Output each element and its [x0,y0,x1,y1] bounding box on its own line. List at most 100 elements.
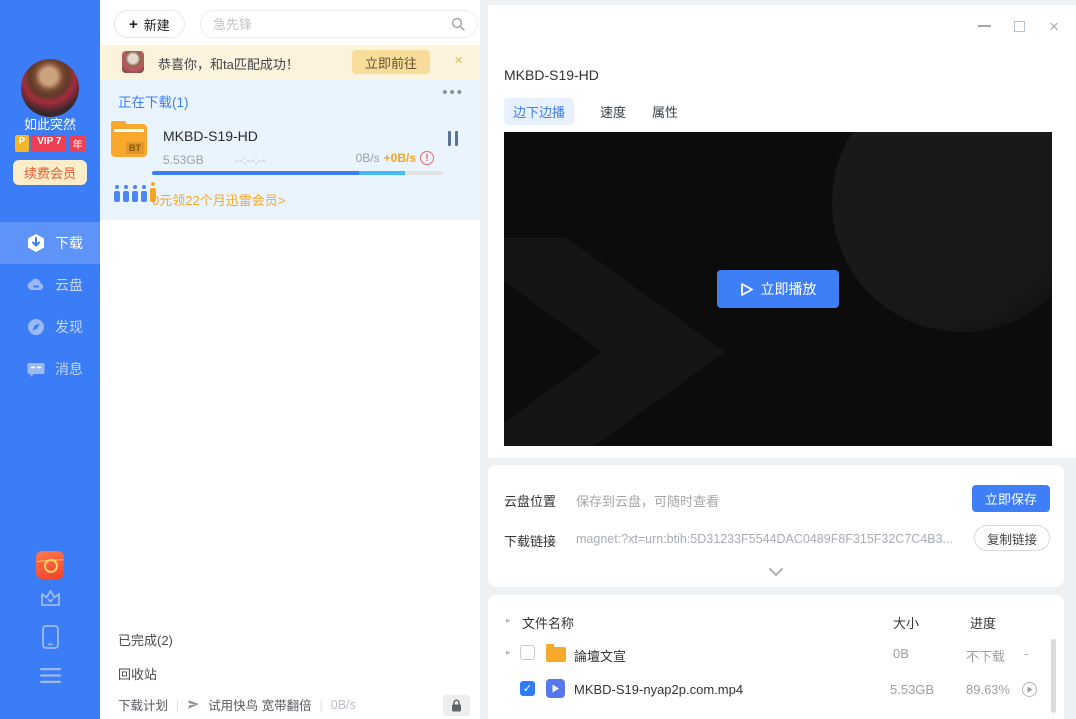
detail-tabs: 边下边播 速度 属性 [504,98,678,125]
downloading-section: 正在下载(1) ••• BT MKBD-S19-HD 5.53GB --:--:… [100,80,480,220]
sidebar-nav: 下载 云盘 发现 [0,222,100,390]
cloud-location-hint: 保存到云盘，可随时查看 [576,491,719,510]
sidebar-item-label: 消息 [55,359,83,379]
menu-icon [39,667,62,684]
search-input[interactable] [213,17,451,32]
completed-section[interactable]: 已完成(2) [118,630,173,649]
sidebar-item-cloud[interactable]: 云盘 [0,264,100,306]
footer-speed: 0B/s [331,698,356,712]
window-controls: × [976,18,1062,34]
file-row-size: 0B [893,646,909,661]
col-header-name: 文件名称 [522,613,574,632]
file-list-card: ▸ 文件名称 大小 进度 ▸ 論壇文宣 0B 不下载 - ✓ MKBD-S19-… [488,595,1064,719]
col-header-size: 大小 [893,613,919,632]
expand-row-icon[interactable]: ▸ [506,647,511,658]
sidebar: 如此突然 P VIP 7 年 续费会员 下载 云盘 [0,0,100,719]
expand-details-control[interactable] [769,563,783,581]
cloud-icon [26,275,46,295]
file-row-progress: 89.63% [966,682,1010,697]
vip-privileges-button[interactable] [0,587,100,609]
search-box[interactable] [200,10,478,38]
download-plan-link[interactable]: 下载计划 [118,695,168,714]
cloud-location-label: 云盘位置 [504,491,556,510]
sidebar-item-messages[interactable]: 消息 [0,348,100,390]
download-list-panel: + 新建 恭喜你，和ta匹配成功！ 立即前往 × 正在下载(1) ••• BT [100,0,480,719]
lock-button[interactable] [443,695,470,716]
vip-level-badge: VIP 7 [32,135,66,152]
close-icon[interactable]: × [1046,18,1062,34]
col-header-progress: 进度 [970,613,996,632]
list-footer: 下载计划 | 试用快鸟 宽带翻倍 | 0B/s [100,690,480,719]
video-checkbox[interactable]: ✓ [520,681,535,696]
notification-text: 恭喜你，和ta匹配成功！ [158,54,299,73]
crown-icon [39,587,62,609]
recycle-bin[interactable]: 回收站 [118,664,157,683]
list-topbar: + 新建 [100,5,480,45]
task-detail-panel: × MKBD-S19-HD 边下边播 速度 属性 立即播放 [480,0,1076,719]
year-badge: 年 [69,135,85,152]
vip-badges: P VIP 7 年 [0,135,100,152]
more-options-icon[interactable]: ••• [442,84,464,101]
sidebar-item-label: 发现 [55,317,83,337]
file-row-size: 5.53GB [890,682,934,697]
match-avatar [122,51,144,73]
go-now-button[interactable]: 立即前往 [352,50,430,74]
magnet-link-value[interactable]: magnet:?xt=urn:btih:5D31233F5544DAC0489F… [576,532,958,546]
close-icon[interactable]: × [454,53,463,68]
mobile-app-button[interactable] [0,624,100,650]
detail-title: MKBD-S19-HD [504,67,599,83]
folder-icon [546,647,566,662]
task-progress-bar [152,171,443,175]
file-row-extra: - [1024,646,1028,661]
vip-promo-link[interactable]: 0元领22个月迅雷会员> [152,190,285,209]
task-speeds: 0B/s +0B/s ! [356,151,434,165]
username: 如此突然 [0,114,100,133]
download-link-label: 下载链接 [504,531,556,550]
decorative-circle [832,132,1052,332]
file-row-name[interactable]: MKBD-S19-nyap2p.com.mp4 [574,682,743,697]
task-size: 5.53GB [163,153,204,167]
circle-play-icon[interactable] [1022,682,1037,697]
file-row-name[interactable]: 論壇文宣 [574,646,626,665]
sidebar-item-download[interactable]: 下载 [0,222,100,264]
bt-badge: BT [126,142,144,154]
avatar[interactable] [21,59,79,117]
red-packet-button[interactable] [0,551,100,579]
sidebar-item-label: 云盘 [55,275,83,295]
minimize-icon[interactable] [976,18,992,34]
more-menu-button[interactable] [0,667,100,684]
save-now-button[interactable]: 立即保存 [972,485,1050,512]
tab-play-while-download[interactable]: 边下边播 [504,98,574,125]
tab-speed[interactable]: 速度 [600,98,626,125]
play-now-label: 立即播放 [761,279,817,299]
trial-speedup-link[interactable]: 试用快鸟 宽带翻倍 [208,695,311,714]
task-name[interactable]: MKBD-S19-HD [163,128,258,144]
lock-icon [451,699,462,712]
task-info-card: 云盘位置 保存到云盘，可随时查看 立即保存 下载链接 magnet:?xt=ur… [488,465,1064,587]
bt-task-icon: BT [111,124,147,157]
new-task-button[interactable]: + 新建 [114,10,185,38]
sidebar-item-label: 下载 [55,233,83,253]
folder-checkbox[interactable] [520,645,535,660]
match-notification-banner: 恭喜你，和ta匹配成功！ 立即前往 × [100,45,480,80]
copy-link-button[interactable]: 复制链接 [974,525,1050,551]
play-now-button[interactable]: 立即播放 [717,270,839,308]
download-icon [26,233,46,253]
file-row-progress: 不下载 [966,646,1005,665]
preview-card: × MKBD-S19-HD 边下边播 速度 属性 立即播放 [488,5,1076,458]
maximize-icon[interactable] [1011,18,1027,34]
compass-icon [26,317,46,337]
downloading-header[interactable]: 正在下载(1) [118,91,189,111]
task-speed: 0B/s [356,151,380,165]
sidebar-item-discover[interactable]: 发现 [0,306,100,348]
file-list-scrollbar[interactable] [1051,639,1056,713]
renew-vip-button[interactable]: 续费会员 [13,160,87,185]
video-preview-area: 立即播放 [504,132,1052,446]
decorative-chevron [504,202,804,446]
warning-icon[interactable]: ! [420,151,434,165]
tab-properties[interactable]: 属性 [652,98,678,125]
expand-all-icon[interactable]: ▸ [506,615,511,626]
message-icon [26,359,46,379]
phone-icon [41,624,60,650]
pause-icon[interactable] [448,131,460,146]
